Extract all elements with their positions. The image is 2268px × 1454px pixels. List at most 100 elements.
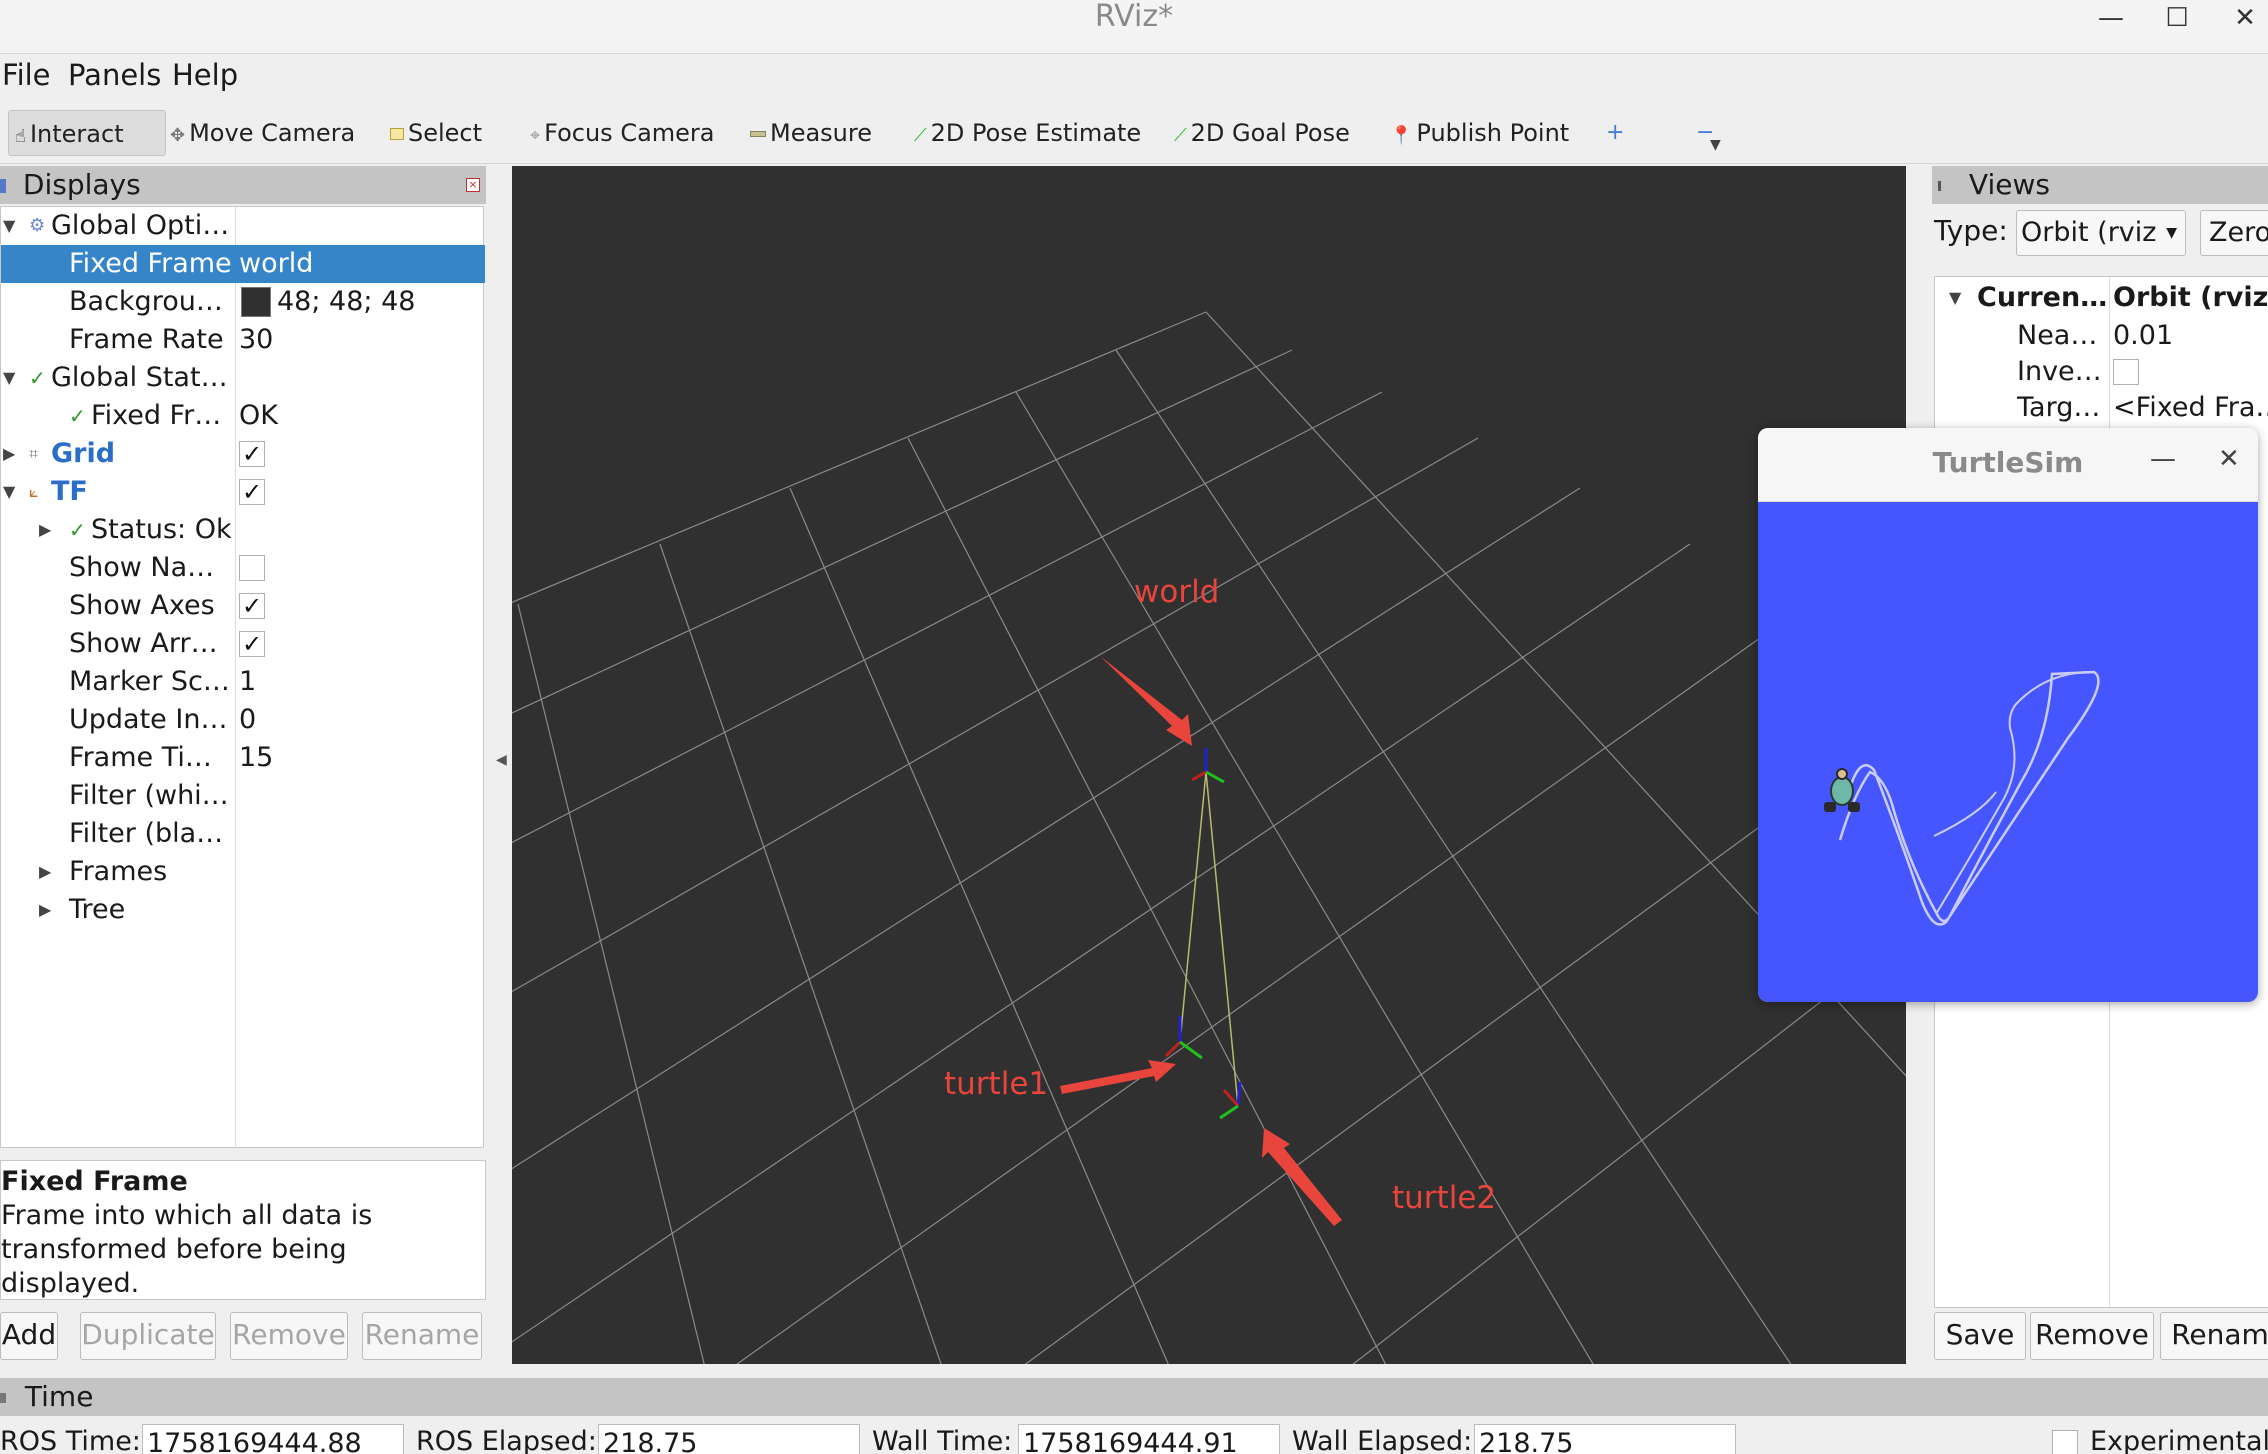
close-panel-icon[interactable]: × xyxy=(466,178,480,192)
goal-arrow-icon: ⟋ xyxy=(1174,125,1187,146)
collapse-arrow-icon[interactable]: ▶ xyxy=(39,511,51,549)
tool-move-camera[interactable]: ✥ Move Camera xyxy=(170,110,355,156)
frame-rate-value[interactable]: 30 xyxy=(239,321,273,359)
marker-scale-value[interactable]: 1 xyxy=(239,663,256,701)
displays-tree: ▼ ⚙ Global Opti… Fixed Frame world Backg… xyxy=(0,206,485,1149)
frame-timeout-key: Frame Ti… xyxy=(69,742,212,773)
close-icon[interactable]: ✕ xyxy=(2218,444,2240,474)
focus-icon: ⌖ xyxy=(530,125,541,146)
invert-z-checkbox[interactable] xyxy=(2113,359,2139,385)
experimental-checkbox[interactable] xyxy=(2052,1430,2078,1454)
zero-button[interactable]: Zero xyxy=(2200,210,2268,256)
tool-measure[interactable]: Measure xyxy=(750,110,872,156)
time-panel: Time ROS Time: 1758169444.88 ROS Elapsed… xyxy=(0,1378,2268,1454)
save-view-button[interactable]: Save xyxy=(1934,1312,2026,1360)
views-row-near-clip[interactable]: Nea… 0.01 xyxy=(1935,317,2268,355)
3d-viewport[interactable]: world turtle1 turtle2 xyxy=(512,166,1906,1364)
tool-2d-goal-pose[interactable]: ⟋ 2D Goal Pose xyxy=(1174,110,1350,156)
view-type-select[interactable]: Orbit (rviz ▼ xyxy=(2016,210,2186,256)
expand-arrow-icon[interactable]: ▼ xyxy=(3,207,15,245)
expand-arrow-icon[interactable]: ▼ xyxy=(3,473,15,511)
tree-row-marker-scale[interactable]: Marker Sc… 1 xyxy=(1,663,485,701)
remove-view-button[interactable]: Remove xyxy=(2030,1312,2154,1360)
ground-grid xyxy=(512,311,1906,1364)
rename-display-button[interactable]: Rename xyxy=(362,1312,482,1360)
tree-row-tree[interactable]: ▶ Tree xyxy=(1,891,485,929)
tree-row-background[interactable]: Backgrou… 48; 48; 48 xyxy=(1,283,485,321)
tree-row-status-ok[interactable]: ▶ ✓ Status: Ok xyxy=(1,511,485,549)
near-clip-value[interactable]: 0.01 xyxy=(2113,317,2173,355)
views-row-invert-z[interactable]: Inve… xyxy=(1935,353,2268,391)
select-icon xyxy=(390,128,404,140)
tree-row-frames[interactable]: ▶ Frames xyxy=(1,853,485,891)
turtlesim-titlebar[interactable]: TurtleSim — ✕ xyxy=(1758,428,2258,502)
collapse-arrow-icon[interactable]: ▶ xyxy=(39,853,51,891)
views-row-target-frame[interactable]: Targ… <Fixed Fra… xyxy=(1935,389,2268,427)
duplicate-display-button[interactable]: Duplicate xyxy=(80,1312,216,1360)
minimize-icon[interactable]: — xyxy=(2150,444,2176,474)
turtle-sprite-icon xyxy=(1822,766,1862,822)
wall-elapsed-field[interactable]: 218.75 xyxy=(1474,1424,1736,1454)
tool-select[interactable]: Select xyxy=(390,110,482,156)
tool-focus-camera[interactable]: ⌖ Focus Camera xyxy=(530,110,715,156)
menu-file[interactable]: File xyxy=(2,58,51,92)
background-value[interactable]: 48; 48; 48 xyxy=(277,283,415,321)
tree-row-frame-rate[interactable]: Frame Rate 30 xyxy=(1,321,485,359)
target-frame-value[interactable]: <Fixed Fra… xyxy=(2113,389,2268,427)
check-icon: ✓ xyxy=(69,518,86,542)
expand-arrow-icon[interactable]: ▼ xyxy=(1949,279,1961,317)
tree-row-filter-whitelist[interactable]: Filter (whi… xyxy=(1,777,485,815)
tree-row-global-options[interactable]: ▼ ⚙ Global Opti… xyxy=(1,207,485,245)
rename-view-button[interactable]: Renam xyxy=(2160,1312,2268,1360)
tree-row-update-interval[interactable]: Update In… 0 xyxy=(1,701,485,739)
show-axes-checkbox[interactable]: ✓ xyxy=(239,593,265,619)
viewport-canvas[interactable] xyxy=(512,166,1906,1364)
fixed-frame-value[interactable]: world xyxy=(239,245,313,283)
collapse-arrow-icon[interactable]: ▶ xyxy=(3,435,15,473)
tree-row-show-axes[interactable]: Show Axes ✓ xyxy=(1,587,485,625)
color-swatch[interactable] xyxy=(241,287,271,317)
check-icon: ✓ xyxy=(69,404,86,428)
frame-timeout-value[interactable]: 15 xyxy=(239,739,273,777)
grid-icon: ⌗ xyxy=(29,444,39,463)
ros-elapsed-field[interactable]: 218.75 xyxy=(598,1424,860,1454)
views-panel-icon xyxy=(1938,181,1952,191)
wall-time-field[interactable]: 1758169444.91 xyxy=(1018,1424,1280,1454)
displays-title: Displays xyxy=(22,168,141,201)
tool-publish-point[interactable]: 📍 Publish Point xyxy=(1390,110,1569,156)
splitter-handle-icon[interactable]: ◀ xyxy=(496,752,507,768)
tree-row-show-names[interactable]: Show Na… xyxy=(1,549,485,587)
tf-enabled-checkbox[interactable]: ✓ xyxy=(239,479,265,505)
update-interval-value[interactable]: 0 xyxy=(239,701,256,739)
tree-row-fixed-frame[interactable]: Fixed Frame world xyxy=(1,245,485,283)
tree-row-frame-timeout[interactable]: Frame Ti… 15 xyxy=(1,739,485,777)
minimize-icon[interactable]: — xyxy=(2088,0,2134,36)
maximize-icon[interactable]: ☐ xyxy=(2154,0,2200,36)
ros-time-field[interactable]: 1758169444.88 xyxy=(142,1424,404,1454)
toolbar-menu-chevron-icon[interactable]: ▼ xyxy=(1710,122,1721,168)
add-tool-icon[interactable]: + xyxy=(1606,110,1624,156)
show-arrows-checkbox[interactable]: ✓ xyxy=(239,631,265,657)
add-display-button[interactable]: Add xyxy=(0,1312,58,1360)
menu-panels[interactable]: Panels xyxy=(68,58,161,92)
tree-row-global-status[interactable]: ▼ ✓ Global Stat… xyxy=(1,359,485,397)
tree-row-grid[interactable]: ▶ ⌗ Grid ✓ xyxy=(1,435,485,473)
tree-row-filter-blacklist[interactable]: Filter (bla… xyxy=(1,815,485,853)
show-names-checkbox[interactable] xyxy=(239,555,265,581)
tree-row-fixed-frame-status[interactable]: ✓ Fixed Fr… OK xyxy=(1,397,485,435)
close-icon[interactable]: ✕ xyxy=(2222,0,2268,36)
invert-z-key: Inve… xyxy=(2017,356,2102,387)
turtlesim-window[interactable]: TurtleSim — ✕ xyxy=(1758,428,2258,1002)
tree-row-tf[interactable]: ▼ ⟀ TF ✓ xyxy=(1,473,485,511)
tool-interact[interactable]: ☝ Interact xyxy=(8,110,166,156)
menu-help[interactable]: Help xyxy=(172,58,238,92)
grid-enabled-checkbox[interactable]: ✓ xyxy=(239,441,265,467)
expand-arrow-icon[interactable]: ▼ xyxy=(3,359,15,397)
tool-2d-pose-estimate[interactable]: ⟋ 2D Pose Estimate xyxy=(914,110,1141,156)
tree-row-show-arrows[interactable]: Show Arr… ✓ xyxy=(1,625,485,663)
fixed-frame-key: Fixed Frame xyxy=(69,248,232,279)
views-row-current[interactable]: ▼ Curren… Orbit (rviz) xyxy=(1935,279,2268,317)
collapse-arrow-icon[interactable]: ▶ xyxy=(39,891,51,929)
remove-display-button[interactable]: Remove xyxy=(230,1312,348,1360)
turtlesim-canvas[interactable] xyxy=(1758,502,2258,1002)
